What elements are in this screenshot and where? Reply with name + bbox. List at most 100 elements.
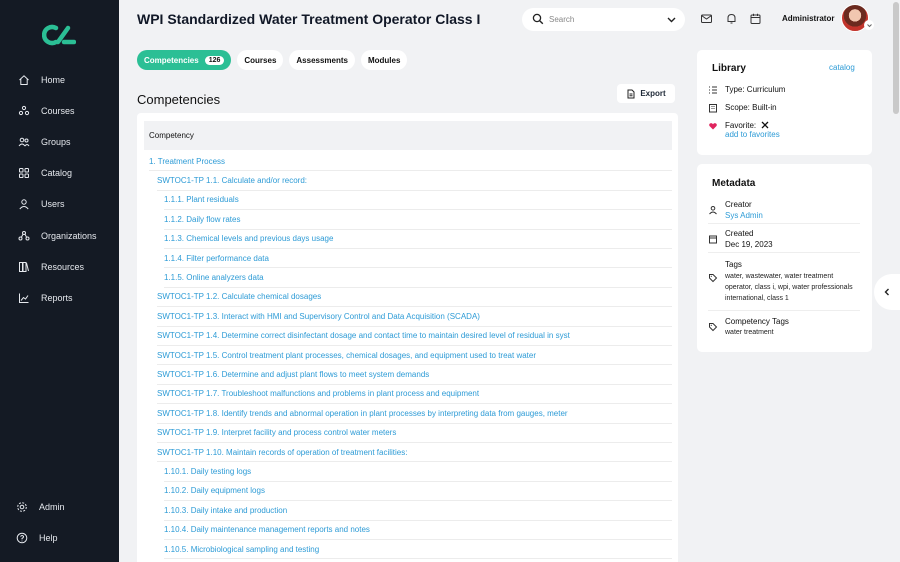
sidebar-item-help[interactable]: Help xyxy=(0,525,119,551)
competency-row[interactable]: SWTOC1-TP 1.4. Determine correct disinfe… xyxy=(157,327,672,346)
competency-row[interactable]: SWTOC1-TP 1.2. Calculate chemical dosage… xyxy=(157,288,672,308)
calendar-icon xyxy=(709,235,717,244)
catalog-icon xyxy=(17,167,30,180)
close-icon[interactable] xyxy=(761,121,769,129)
section-title: Competencies xyxy=(137,92,221,107)
competency-table: Competency 1. Treatment Process SWTOC1-TP… xyxy=(137,113,678,562)
catalog-link[interactable]: catalog xyxy=(829,63,855,72)
sidebar-item-label: Help xyxy=(39,533,58,543)
column-header: Competency xyxy=(144,121,672,150)
competency-row[interactable]: SWTOC1-TP 1.3. Interact with HMI and Sup… xyxy=(157,307,672,327)
sidebar-item-courses[interactable]: Courses xyxy=(0,98,119,124)
brand-logo-icon[interactable] xyxy=(42,24,76,46)
competency-row[interactable]: 1.10.2. Daily equipment logs xyxy=(164,482,672,502)
sidebar-item-home[interactable]: Home xyxy=(0,67,119,93)
competency-row[interactable]: 1. Treatment Process xyxy=(149,152,672,172)
sidebar-item-label: Admin xyxy=(39,502,65,512)
tab-label: Assessments xyxy=(296,55,348,65)
sidebar-item-label: Courses xyxy=(41,106,75,116)
created-row: Created Dec 19, 2023 xyxy=(708,229,773,249)
competency-tags-row: Competency Tags water treatment xyxy=(708,317,789,338)
type-row: Type: Curriculum xyxy=(708,85,785,95)
sidebar-item-reports[interactable]: Reports xyxy=(0,285,119,311)
sidebar-item-resources[interactable]: Resources xyxy=(0,254,119,280)
export-button[interactable]: Export xyxy=(617,84,675,103)
tab-label: Modules xyxy=(367,55,401,65)
competency-row[interactable]: 1.1.3. Chemical levels and previous days… xyxy=(164,230,672,249)
creator-label: Creator xyxy=(725,200,752,209)
user-name[interactable]: Administrator xyxy=(782,14,834,23)
count-badge: 126 xyxy=(204,55,225,65)
competency-row[interactable]: 1.10.4. Daily maintenance management rep… xyxy=(164,521,672,540)
user-icon xyxy=(17,198,30,211)
bell-icon[interactable] xyxy=(725,12,738,25)
sidebar-item-catalog[interactable]: Catalog xyxy=(0,160,119,186)
groups-icon xyxy=(17,136,30,149)
competency-tags-label: Competency Tags xyxy=(725,317,789,326)
competency-row[interactable]: SWTOC1-TP 1.6. Determine and adjust plan… xyxy=(157,365,672,385)
metadata-title: Metadata xyxy=(712,178,756,189)
sidebar: Home Courses Groups Catalog Users Organi… xyxy=(0,0,119,562)
chevron-down-icon[interactable] xyxy=(864,20,874,30)
type-value: Type: Curriculum xyxy=(725,85,786,94)
add-to-favorites-link[interactable]: add to favorites xyxy=(725,130,780,139)
competency-row[interactable]: SWTOC1-TP 1.8. Identify trends and abnor… xyxy=(157,404,672,424)
competency-row[interactable]: SWTOC1-TP 1.5. Control treatment plant p… xyxy=(157,346,672,366)
scope-row: Scope: Built-in xyxy=(708,103,777,113)
tags-row: Tags water, wastewater, water treatment o… xyxy=(708,260,855,304)
sidebar-item-label: Home xyxy=(41,75,66,85)
tab-competencies[interactable]: Competencies 126 xyxy=(137,50,232,70)
reports-icon xyxy=(17,292,30,305)
search-input[interactable] xyxy=(549,12,659,27)
home-icon xyxy=(17,74,30,87)
scope-value: Scope: Built-in xyxy=(725,103,777,112)
tag-icon xyxy=(709,323,718,332)
creator-row: Creator Sys Admin xyxy=(708,200,763,220)
sidebar-item-users[interactable]: Users xyxy=(0,191,119,217)
chevron-down-icon[interactable] xyxy=(666,14,677,25)
competency-row[interactable]: 1.1.4. Filter performance data xyxy=(164,249,672,269)
sidebar-item-label: Catalog xyxy=(41,168,73,178)
tab-assessments[interactable]: Assessments xyxy=(289,50,355,70)
competency-row[interactable]: 1.1.5. Online analyzers data xyxy=(164,268,672,288)
chevron-left-icon xyxy=(884,288,889,296)
tags-value: water, wastewater, water treatment opera… xyxy=(725,273,853,302)
sidebar-item-organizations[interactable]: Organizations xyxy=(0,223,119,249)
library-card: Library catalog Type: Curriculum Scope: … xyxy=(697,50,872,155)
calendar-icon[interactable] xyxy=(749,12,762,25)
scrollbar-thumb[interactable] xyxy=(893,2,899,114)
tab-courses[interactable]: Courses xyxy=(237,50,284,70)
competency-row[interactable]: SWTOC1-TP 1.10. Maintain records of oper… xyxy=(157,443,672,463)
export-label: Export xyxy=(640,89,666,98)
collapse-panel-button[interactable] xyxy=(874,274,900,310)
sidebar-item-groups[interactable]: Groups xyxy=(0,129,119,155)
creator-link[interactable]: Sys Admin xyxy=(725,211,763,220)
competency-row[interactable]: 1.1.2. Daily flow rates xyxy=(164,210,672,230)
competency-row[interactable]: 1.1.1. Plant residuals xyxy=(164,191,672,211)
competency-row[interactable]: SWTOC1-TP 1.1. Calculate and/or record: xyxy=(157,171,672,191)
gear-icon xyxy=(15,501,28,514)
search-box xyxy=(522,8,685,31)
competency-row[interactable]: 1.10.3. Daily intake and production xyxy=(164,501,672,521)
sidebar-item-label: Groups xyxy=(41,137,71,147)
sidebar-item-label: Reports xyxy=(41,293,73,303)
competency-row[interactable]: 1.10.1. Daily testing logs xyxy=(164,462,672,482)
tab-modules[interactable]: Modules xyxy=(360,50,408,70)
organizations-icon xyxy=(17,230,30,243)
competency-row[interactable]: 1.10.5. Microbiological sampling and tes… xyxy=(164,540,672,560)
sidebar-item-label: Organizations xyxy=(41,231,97,241)
mail-icon[interactable] xyxy=(700,12,713,25)
search-icon xyxy=(532,13,544,25)
page-title: WPI Standardized Water Treatment Operato… xyxy=(137,11,481,27)
tab-label: Courses xyxy=(244,55,277,65)
help-icon xyxy=(15,532,28,545)
competency-row[interactable]: SWTOC1-TP 1.9. Interpret facility and pr… xyxy=(157,424,672,443)
library-title: Library xyxy=(712,63,746,74)
competency-row[interactable]: SWTOC1-TP 1.7. Troubleshoot malfunctions… xyxy=(157,385,672,405)
user-icon xyxy=(709,206,717,215)
resources-icon xyxy=(17,261,30,274)
courses-icon xyxy=(17,105,30,118)
tags-label: Tags xyxy=(725,260,742,269)
sidebar-item-admin[interactable]: Admin xyxy=(0,494,119,520)
created-label: Created xyxy=(725,229,754,238)
